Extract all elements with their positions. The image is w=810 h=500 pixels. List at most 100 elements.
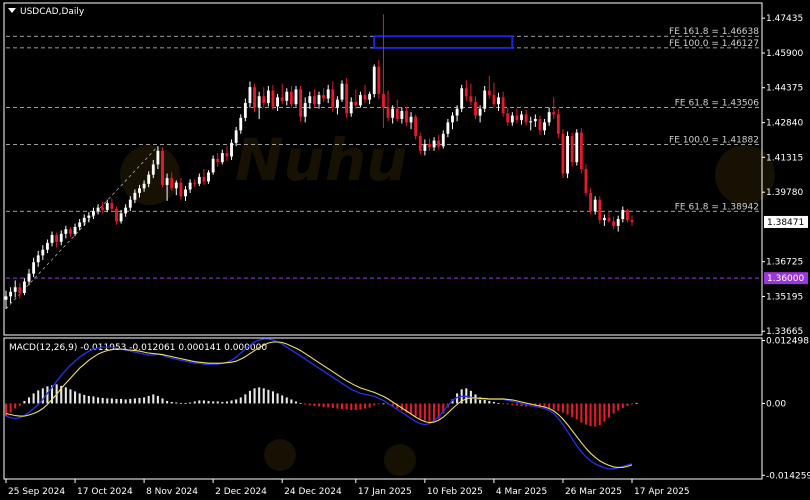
macd-histogram-bar: [193, 401, 196, 404]
candle-body: [533, 118, 537, 122]
candle-body: [211, 158, 215, 173]
macd-histogram-bar: [32, 393, 35, 404]
candle-body: [156, 150, 160, 165]
candle-body: [474, 101, 477, 116]
last-price-label: 1.38471: [767, 218, 804, 228]
macd-histogram-bar: [244, 394, 247, 404]
candle-body: [437, 140, 441, 147]
candle-body: [322, 95, 326, 99]
candle-body: [239, 117, 243, 131]
macd-histogram-bar: [124, 399, 127, 404]
candle-body: [119, 213, 123, 222]
candle-body: [630, 220, 634, 222]
macd-histogram-bar: [603, 403, 606, 422]
candle-body: [487, 90, 491, 96]
candle-body: [409, 116, 413, 123]
candle-body: [552, 112, 556, 115]
macd-histogram-bar: [74, 391, 77, 404]
candle-body: [616, 219, 620, 226]
macd-histogram-bar: [258, 387, 261, 404]
time-tick-label: 2 Dec 2024: [215, 487, 267, 497]
svg-text:Nuhu: Nuhu: [235, 126, 407, 194]
candle-body: [170, 178, 174, 189]
macd-histogram-bar: [492, 401, 495, 404]
macd-histogram-bar: [354, 403, 357, 411]
macd-histogram-bar: [101, 397, 104, 404]
candle-body: [197, 176, 201, 184]
macd-histogram-bar: [414, 403, 417, 417]
candle: [414, 114, 418, 140]
candle-body: [589, 192, 593, 212]
macd-histogram-bar: [276, 393, 279, 404]
candle-body: [561, 133, 565, 174]
candle-body: [257, 96, 261, 108]
candle-body: [598, 199, 602, 221]
candle: [299, 86, 303, 122]
candle-body: [248, 87, 252, 104]
candle-body: [358, 95, 362, 106]
macd-histogram-bar: [626, 403, 629, 406]
candle-body: [428, 143, 431, 148]
candle: [575, 129, 579, 166]
macd-histogram-bar: [566, 403, 569, 415]
candle-body: [207, 172, 210, 182]
candle-body: [395, 108, 399, 119]
macd-histogram-bar: [27, 397, 31, 404]
macd-histogram-bar: [207, 400, 210, 404]
macd-histogram-bar: [92, 396, 95, 404]
symbol-label[interactable]: USDCAD,Daily: [8, 7, 85, 17]
candle-body: [441, 133, 445, 147]
candle-body: [570, 136, 574, 163]
macd-histogram-bar: [248, 390, 251, 404]
candle-body: [368, 93, 372, 100]
candle-body: [575, 132, 579, 163]
candle-body: [87, 215, 91, 218]
macd-histogram-bar: [97, 397, 100, 404]
candle-body: [184, 189, 187, 197]
candle-body: [41, 249, 45, 256]
macd-histogram-bar: [133, 398, 136, 404]
macd-histogram-bar: [166, 400, 169, 404]
candle-body: [64, 229, 68, 234]
time-tick-label: 25 Sep 2024: [8, 487, 65, 497]
candle-body: [621, 209, 625, 220]
candle-body: [469, 96, 473, 102]
macd-tick-label: 0.00: [766, 399, 786, 409]
candle-body: [303, 103, 307, 117]
candle-body: [331, 89, 335, 108]
candle-body: [345, 83, 349, 114]
macd-histogram-bar: [14, 403, 17, 409]
macd-histogram-bar: [511, 403, 514, 405]
candle-body: [179, 182, 183, 197]
price-tick-label: 1.41315: [766, 153, 803, 163]
candle-body: [478, 108, 482, 116]
candle-body: [520, 114, 523, 121]
time-tick-label: 4 Mar 2025: [496, 487, 547, 497]
macd-histogram-bar: [170, 401, 173, 404]
candle-body: [78, 222, 82, 227]
candle-body: [299, 89, 303, 117]
candle-body: [294, 89, 298, 105]
price-tick-label: 1.42840: [766, 119, 803, 129]
macd-histogram-bar: [87, 395, 90, 404]
macd-histogram-bar: [552, 403, 555, 410]
macd-histogram-bar: [580, 403, 583, 423]
candle: [345, 78, 349, 118]
candle: [561, 129, 565, 179]
candle: [579, 128, 583, 174]
fib-label: FE 100.0 = 1.46127: [669, 39, 759, 49]
macd-histogram-bar: [557, 403, 560, 412]
macd-histogram-bar: [83, 394, 86, 404]
candle-body: [593, 199, 597, 212]
candle-body: [451, 115, 454, 123]
macd-histogram-bar: [253, 388, 256, 404]
price-tick-label: 1.44375: [766, 84, 803, 94]
candle-body: [400, 111, 404, 119]
candle-body: [483, 90, 487, 109]
candle-body: [524, 114, 528, 123]
candle-body: [405, 111, 408, 123]
macd-histogram-bar: [594, 403, 597, 427]
price-tick-label: 1.39780: [766, 188, 803, 198]
macd-histogram-bar: [262, 388, 265, 404]
candle-body: [220, 153, 224, 163]
